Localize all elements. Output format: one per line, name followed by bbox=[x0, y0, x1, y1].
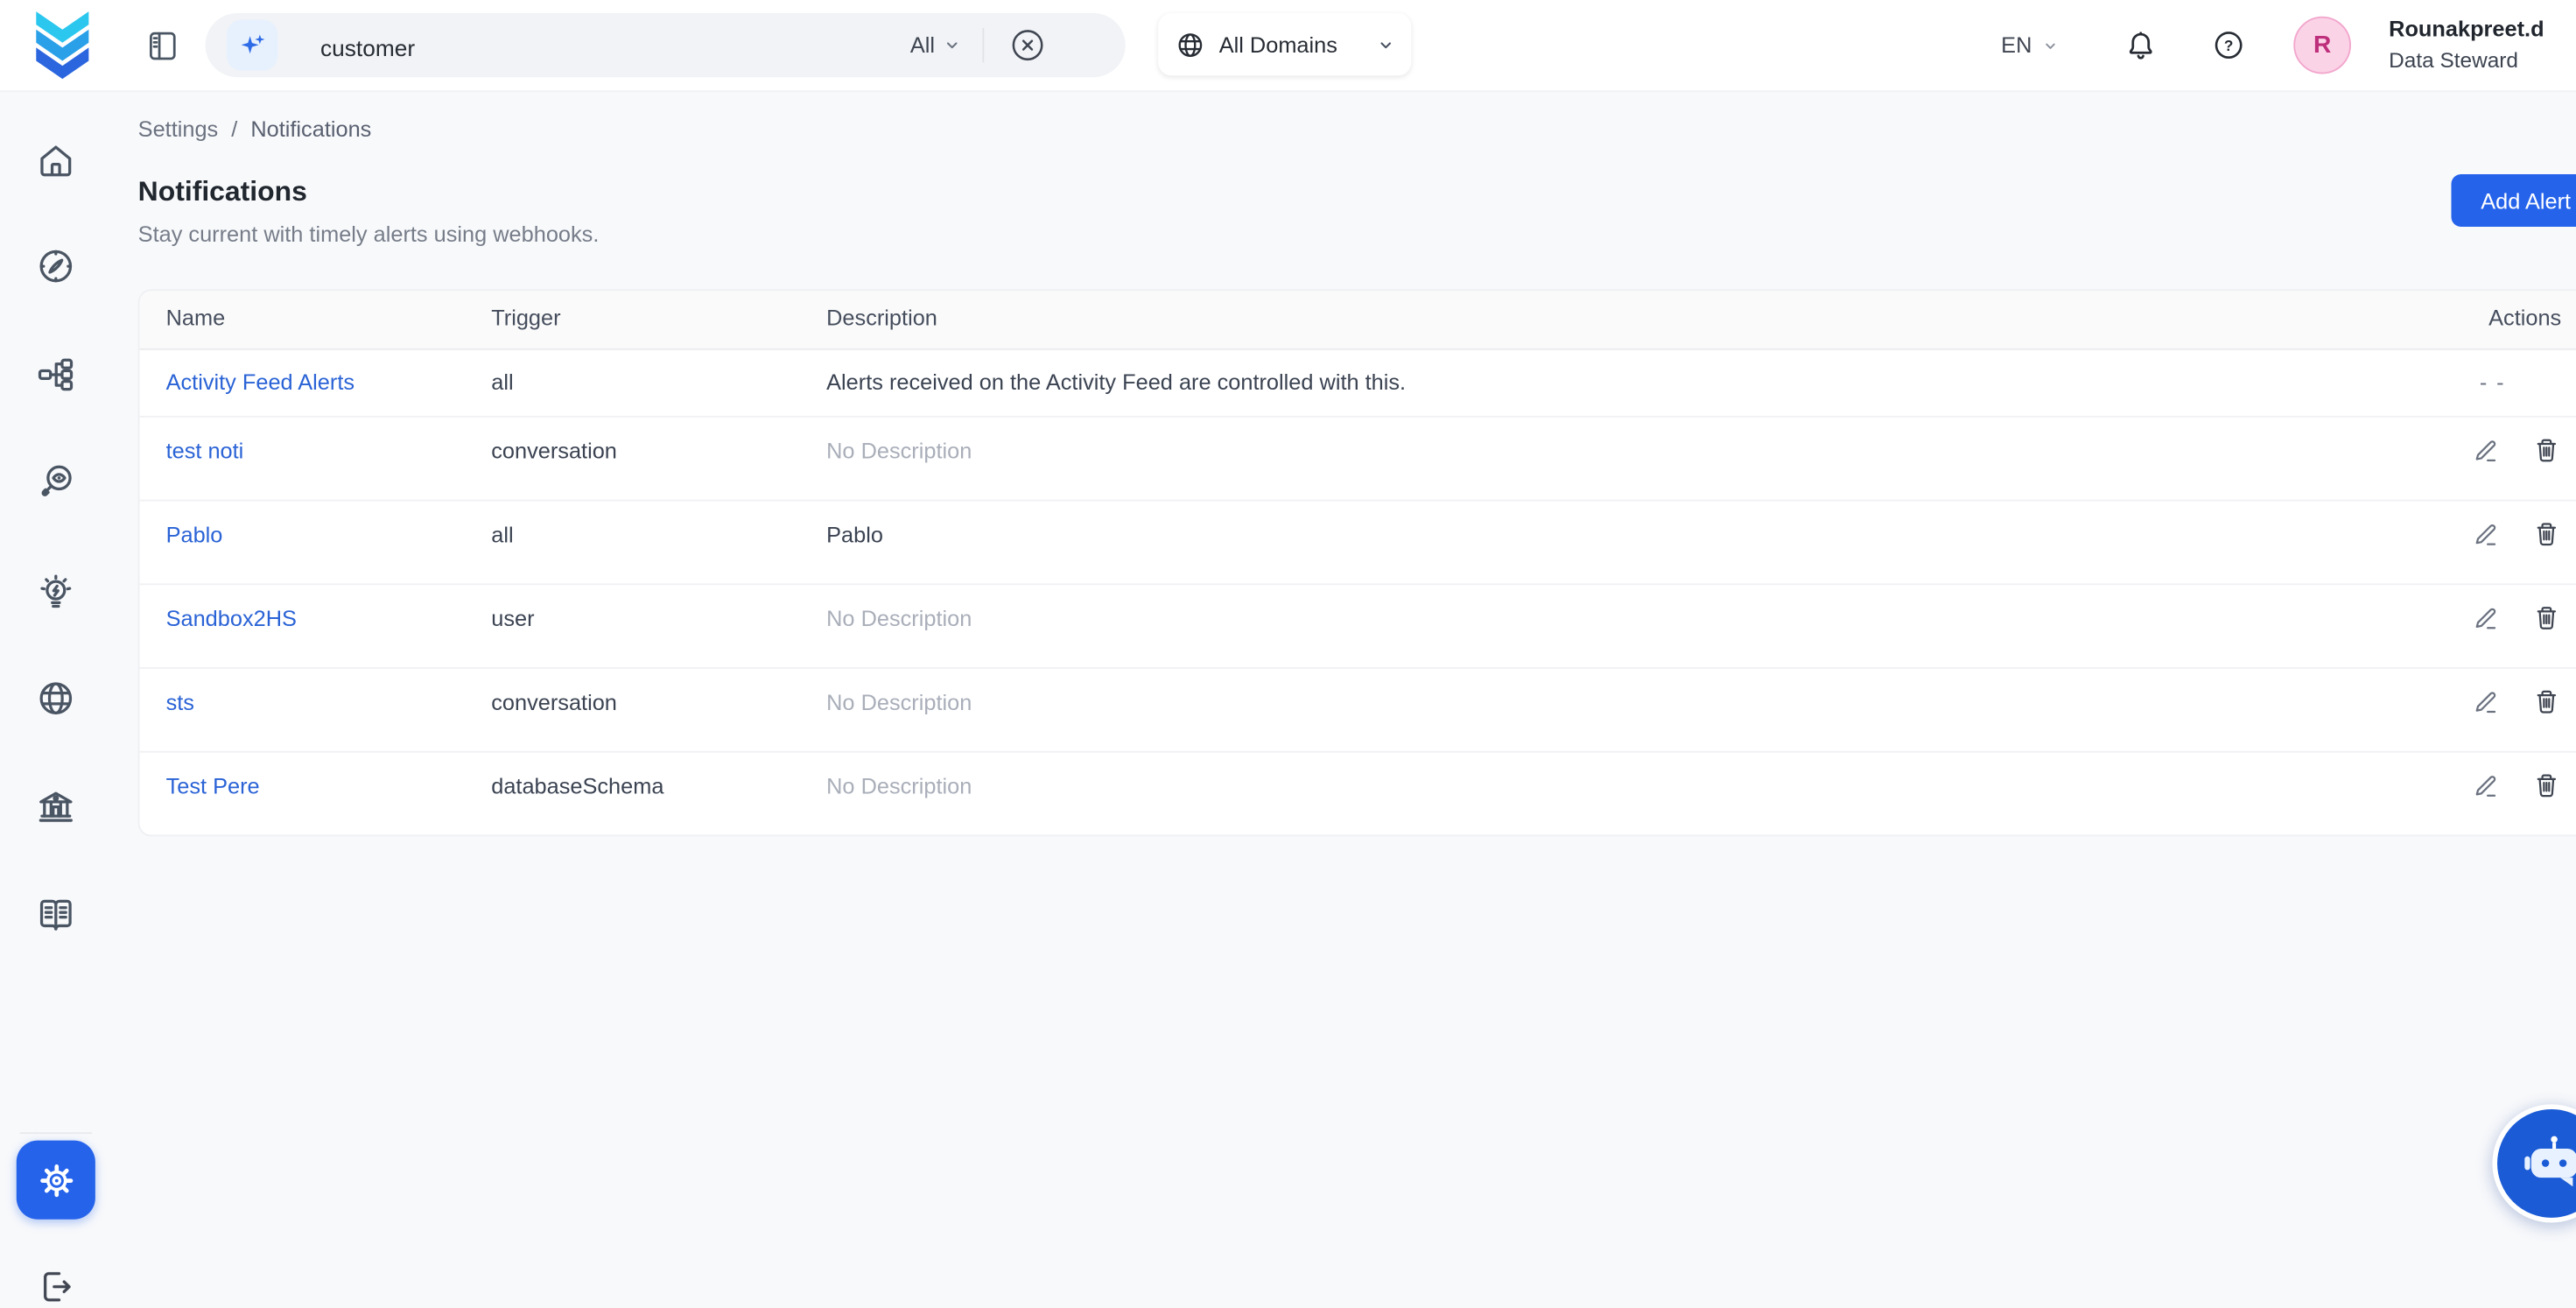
no-actions-placeholder: - - bbox=[2480, 369, 2506, 394]
name-link[interactable]: sts bbox=[166, 690, 194, 714]
delete-trash-icon[interactable] bbox=[2531, 687, 2561, 717]
trigger-cell: databaseSchema bbox=[465, 753, 800, 799]
actions-cell bbox=[2341, 418, 2576, 465]
explore-compass-icon[interactable] bbox=[34, 245, 77, 288]
header-description: Description bbox=[800, 291, 2341, 330]
language-label: EN bbox=[2001, 33, 2032, 58]
search-filter-dropdown[interactable]: All bbox=[910, 13, 961, 77]
actions-cell bbox=[2341, 501, 2576, 548]
bell-icon[interactable] bbox=[2123, 28, 2158, 64]
actions-cell bbox=[2341, 585, 2576, 632]
actions-cell bbox=[2341, 753, 2576, 800]
robot-chat-icon bbox=[2518, 1130, 2576, 1196]
language-selector[interactable]: EN bbox=[2001, 0, 2058, 90]
table-row: test noti conversation No Description bbox=[140, 418, 2576, 502]
edit-pencil-icon[interactable] bbox=[2471, 603, 2501, 633]
header-actions: Actions bbox=[2341, 291, 2576, 330]
search-filter-label: All bbox=[910, 33, 935, 58]
page-subtitle: Stay current with timely alerts using we… bbox=[138, 222, 600, 246]
page-title: Notifications bbox=[138, 176, 307, 209]
home-icon[interactable] bbox=[34, 140, 77, 183]
glossary-book-icon[interactable] bbox=[34, 892, 77, 935]
breadcrumb-notifications: Notifications bbox=[250, 116, 371, 141]
table-row: Pablo all Pablo bbox=[140, 501, 2576, 585]
add-alert-button[interactable]: Add Alert bbox=[2451, 174, 2576, 227]
top-bar: All All Domains EN bbox=[0, 0, 2576, 92]
delete-trash-icon[interactable] bbox=[2531, 770, 2561, 800]
header-trigger: Trigger bbox=[465, 291, 800, 330]
chevron-down-icon bbox=[2042, 37, 2059, 53]
app-root: All All Domains EN bbox=[0, 0, 2576, 1248]
header-name: Name bbox=[140, 291, 466, 330]
avatar-initial: R bbox=[2313, 32, 2331, 60]
description-cell: No Description bbox=[800, 753, 2341, 799]
trigger-cell: all bbox=[465, 501, 800, 547]
search-divider bbox=[982, 28, 984, 62]
edit-pencil-icon[interactable] bbox=[2471, 770, 2501, 800]
table-header-row: Name Trigger Description Actions bbox=[140, 291, 2576, 350]
edit-pencil-icon[interactable] bbox=[2471, 519, 2501, 549]
breadcrumb-separator: / bbox=[231, 116, 237, 141]
domains-globe-icon[interactable] bbox=[34, 677, 77, 720]
description-cell: Alerts received on the Activity Feed are… bbox=[800, 350, 2341, 395]
trigger-cell: conversation bbox=[465, 669, 800, 715]
collate-logo[interactable] bbox=[32, 11, 94, 81]
name-link[interactable]: Activity Feed Alerts bbox=[166, 369, 354, 394]
user-role: Data Steward bbox=[2389, 45, 2544, 76]
help-icon[interactable]: ? bbox=[2211, 28, 2245, 62]
table-row: sts conversation No Description bbox=[140, 669, 2576, 753]
delete-trash-icon[interactable] bbox=[2531, 603, 2561, 633]
left-sidebar bbox=[0, 90, 112, 1247]
sidebar-divider bbox=[20, 1132, 93, 1134]
delete-trash-icon[interactable] bbox=[2531, 519, 2561, 549]
insights-icon[interactable] bbox=[34, 572, 77, 615]
chevron-down-icon bbox=[1377, 35, 1395, 53]
table-row: Test Pere databaseSchema No Description bbox=[140, 753, 2576, 835]
description-cell: No Description bbox=[800, 669, 2341, 715]
settings-gear-button[interactable] bbox=[17, 1141, 95, 1220]
name-link[interactable]: test noti bbox=[166, 439, 244, 463]
logout-icon[interactable] bbox=[34, 1265, 77, 1308]
globe-icon bbox=[1175, 29, 1206, 60]
panel-toggle-icon[interactable] bbox=[144, 28, 180, 64]
edit-pencil-icon[interactable] bbox=[2471, 435, 2501, 465]
delete-trash-icon[interactable] bbox=[2531, 435, 2561, 465]
edit-pencil-icon[interactable] bbox=[2471, 687, 2501, 717]
trigger-cell: conversation bbox=[465, 418, 800, 464]
table-row: Sandbox2HS user No Description bbox=[140, 585, 2576, 669]
domains-label: All Domains bbox=[1219, 32, 1337, 57]
search-input[interactable] bbox=[317, 13, 980, 81]
domains-selector[interactable]: All Domains bbox=[1158, 13, 1411, 75]
user-name: Rounakpreet.d bbox=[2389, 13, 2544, 45]
global-search-bar[interactable]: All bbox=[206, 13, 1126, 77]
description-cell: No Description bbox=[800, 585, 2341, 631]
ai-sparkle-icon[interactable] bbox=[227, 20, 277, 71]
name-link[interactable]: Sandbox2HS bbox=[166, 607, 297, 631]
breadcrumb-settings[interactable]: Settings bbox=[138, 116, 219, 141]
description-cell: No Description bbox=[800, 418, 2341, 464]
observability-icon[interactable] bbox=[34, 461, 77, 503]
chevron-down-icon bbox=[943, 36, 961, 54]
govern-bank-icon[interactable] bbox=[34, 785, 77, 828]
svg-text:?: ? bbox=[2224, 37, 2234, 54]
user-avatar[interactable]: R bbox=[2293, 17, 2351, 74]
settings-gear-icon bbox=[33, 1157, 78, 1202]
actions-cell bbox=[2341, 669, 2576, 716]
notifications-table: Name Trigger Description Actions Activit… bbox=[138, 289, 2576, 836]
trigger-cell: all bbox=[465, 350, 800, 395]
description-cell: Pablo bbox=[800, 501, 2341, 547]
breadcrumb: Settings / Notifications bbox=[138, 116, 372, 141]
clear-search-icon[interactable] bbox=[1008, 26, 1046, 64]
lineage-icon[interactable] bbox=[34, 354, 77, 397]
user-menu[interactable]: Rounakpreet.d Data Steward bbox=[2389, 13, 2544, 75]
table-row: Activity Feed Alerts all Alerts received… bbox=[140, 350, 2576, 418]
name-link[interactable]: Pablo bbox=[166, 523, 223, 547]
name-link[interactable]: Test Pere bbox=[166, 774, 260, 798]
assistant-chat-button[interactable] bbox=[2492, 1104, 2576, 1222]
trigger-cell: user bbox=[465, 585, 800, 631]
